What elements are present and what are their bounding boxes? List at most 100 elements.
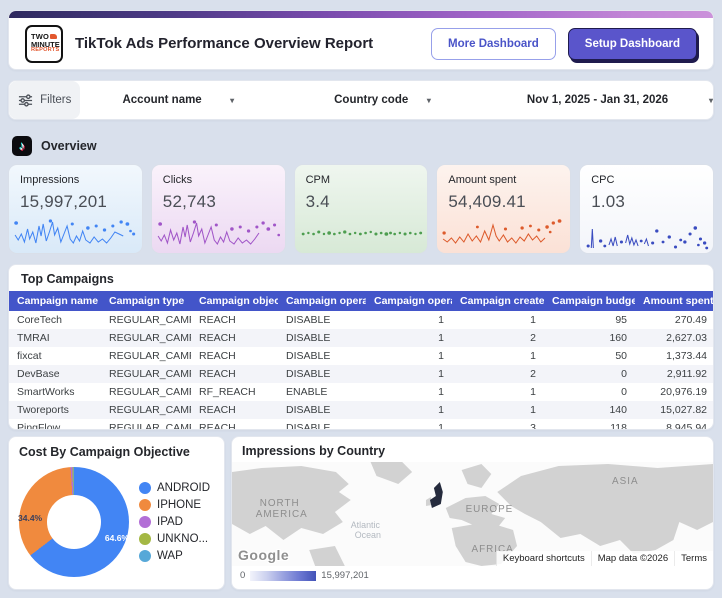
sparkline-chart bbox=[13, 217, 138, 251]
table-cell: 2 bbox=[530, 368, 536, 380]
legend-color-dot bbox=[139, 482, 151, 494]
terms-link[interactable]: Terms bbox=[674, 551, 713, 566]
table-cell: 2,627.03 bbox=[666, 332, 707, 344]
country-code-label: Country code bbox=[334, 94, 409, 106]
more-dashboard-button[interactable]: More Dashboard bbox=[431, 27, 556, 60]
map-footer: Keyboard shortcuts Map data ©2026 Terms bbox=[495, 551, 713, 566]
legend-label: UNKNO... bbox=[157, 533, 209, 545]
table-cell: 15,027.82 bbox=[660, 404, 707, 416]
table-cell: 0 bbox=[621, 368, 627, 380]
table-cell: 1 bbox=[438, 422, 444, 430]
kpi-value: 52,743 bbox=[162, 192, 216, 211]
legend-label: IPAD bbox=[157, 516, 183, 528]
tiktok-icon: ♪ bbox=[12, 136, 32, 156]
table-row: TMRAI REGULAR_CAMPAIGN REACH DISABLE 1 2 160 2,… bbox=[9, 329, 713, 347]
table-cell: REGULAR_CAMPAIGN bbox=[109, 314, 191, 326]
table-cell: REGULAR_CAMPAIGN bbox=[109, 386, 191, 398]
impressions-by-country-card: Impressions by Country NORTH AMERICA Atl… bbox=[231, 436, 714, 590]
table-cell: 1 bbox=[438, 368, 444, 380]
table-cell: REACH bbox=[199, 314, 236, 326]
table-cell: 1 bbox=[530, 314, 536, 326]
table-title: Top Campaigns bbox=[21, 272, 114, 286]
table-cell: DISABLE bbox=[286, 368, 331, 380]
slice-label-android: 64.6% bbox=[104, 533, 129, 543]
kpi-label: Impressions bbox=[20, 174, 80, 186]
kpi-value: 1.03 bbox=[591, 192, 626, 211]
map-data-label: Map data ©2026 bbox=[590, 551, 675, 566]
donut-legend: ANDROID IPHONE IPAD UNKNO... WAP bbox=[139, 482, 210, 562]
filters-toggle[interactable]: Filters bbox=[9, 81, 81, 119]
country-code-dropdown[interactable]: Country code ▾ bbox=[334, 81, 431, 119]
table-cell: 3 bbox=[530, 422, 536, 430]
column-header[interactable]: Campaign operati... bbox=[278, 291, 366, 311]
legend-item: WAP bbox=[139, 550, 210, 562]
table-cell: 8,945.94 bbox=[666, 422, 707, 430]
donut-chart[interactable]: 34.4% 64.6% bbox=[18, 467, 129, 577]
table-cell: REACH bbox=[199, 368, 236, 380]
column-header[interactable]: Amount spent bbox=[635, 291, 713, 311]
table-cell: 2 bbox=[530, 332, 536, 344]
table-cell: REGULAR_CAMPAIGN bbox=[109, 350, 191, 362]
donut-chart-title: Cost By Campaign Objective bbox=[19, 445, 190, 459]
table-row: CoreTech REGULAR_CAMPAIGN REACH DISABLE 1 1 95… bbox=[9, 311, 713, 329]
legend-color-dot bbox=[139, 516, 151, 528]
legend-color-dot bbox=[139, 499, 151, 511]
table-cell: REACH bbox=[199, 404, 236, 416]
table-cell: PingFlow bbox=[17, 422, 61, 430]
overview-label: Overview bbox=[41, 139, 97, 153]
bottom-row: Cost By Campaign Objective 34.4% 64.6% A… bbox=[8, 436, 714, 590]
slice-label-iphone: 34.4% bbox=[18, 513, 43, 524]
sparkline-chart bbox=[584, 217, 709, 251]
column-header[interactable]: Campaign type bbox=[101, 291, 191, 311]
table-cell: 0 bbox=[621, 386, 627, 398]
table-cell: 1 bbox=[438, 386, 444, 398]
google-logo[interactable]: Google bbox=[238, 547, 289, 563]
table-cell: fixcat bbox=[17, 350, 42, 362]
legend-color-dot bbox=[139, 533, 151, 545]
kpi-card-cpc: CPC 1.03 bbox=[579, 164, 714, 254]
kpi-card-cpm: CPM 3.4 bbox=[293, 164, 429, 254]
setup-dashboard-button[interactable]: Setup Dashboard bbox=[567, 27, 697, 60]
filters-label: Filters bbox=[40, 94, 72, 106]
svg-text:EUROPE: EUROPE bbox=[466, 504, 514, 515]
cost-by-objective-card: Cost By Campaign Objective 34.4% 64.6% A… bbox=[8, 436, 225, 590]
table-cell: REACH bbox=[199, 332, 236, 344]
kpi-value: 15,997,201 bbox=[20, 192, 108, 211]
kpi-card-amount-spent: Amount spent 54,409.41 bbox=[436, 164, 572, 254]
logo-accent-shape bbox=[50, 34, 58, 39]
kpi-card-clicks: Clicks 52,743 bbox=[150, 164, 286, 254]
table-cell: 2,911.92 bbox=[666, 368, 707, 380]
legend-item: ANDROID bbox=[139, 482, 210, 494]
kpi-label: Amount spent bbox=[448, 174, 517, 186]
keyboard-shortcuts-link[interactable]: Keyboard shortcuts bbox=[495, 551, 591, 566]
kpi-label: Clicks bbox=[162, 174, 193, 186]
column-header[interactable]: Campaign objecti... bbox=[191, 291, 278, 311]
table-row: PingFlow REGULAR_CAMPAIGN REACH DISABLE 1 3 11… bbox=[9, 419, 713, 430]
table-cell: Tworeports bbox=[17, 404, 69, 416]
chevron-down-icon: ▾ bbox=[708, 95, 713, 105]
kpi-value: 54,409.41 bbox=[448, 192, 526, 211]
chevron-down-icon: ▾ bbox=[426, 95, 431, 105]
kpi-value: 3.4 bbox=[305, 192, 330, 211]
table-cell: DISABLE bbox=[286, 350, 331, 362]
campaigns-table: Campaign name Campaign type Campaign objec… bbox=[9, 291, 713, 430]
table-cell: 1 bbox=[530, 350, 536, 362]
column-header[interactable]: Campaign operati... bbox=[366, 291, 452, 311]
sparkline-chart bbox=[156, 217, 281, 251]
column-header[interactable]: Campaign name bbox=[9, 291, 101, 311]
date-range-dropdown[interactable]: Nov 1, 2025 - Jan 31, 2026 ▾ bbox=[527, 81, 713, 119]
map-scale-legend: 0 15,997,201 bbox=[232, 566, 713, 585]
logo-line-3: REPORTS bbox=[31, 47, 60, 54]
scale-max: 15,997,201 bbox=[321, 570, 369, 581]
table-cell: REGULAR_CAMPAIGN bbox=[109, 404, 191, 416]
header-gradient-strip bbox=[9, 11, 713, 18]
table-cell: REGULAR_CAMPAIGN bbox=[109, 368, 191, 380]
column-header[interactable]: Campaign budget bbox=[544, 291, 635, 311]
legend-color-dot bbox=[139, 550, 151, 562]
geo-map[interactable]: NORTH AMERICA Atlantic Ocean EUROPE ASIA… bbox=[232, 462, 713, 566]
column-header[interactable]: Campaign create... bbox=[452, 291, 544, 311]
account-name-dropdown[interactable]: Account name ▾ bbox=[122, 81, 234, 119]
account-name-label: Account name bbox=[122, 94, 202, 106]
kpi-row: Impressions 15,997,201 Clicks 52,743 CPM… bbox=[8, 164, 714, 254]
dashboard-page: TWO MINUTE REPORTS TikTok Ads Performanc… bbox=[0, 0, 722, 598]
